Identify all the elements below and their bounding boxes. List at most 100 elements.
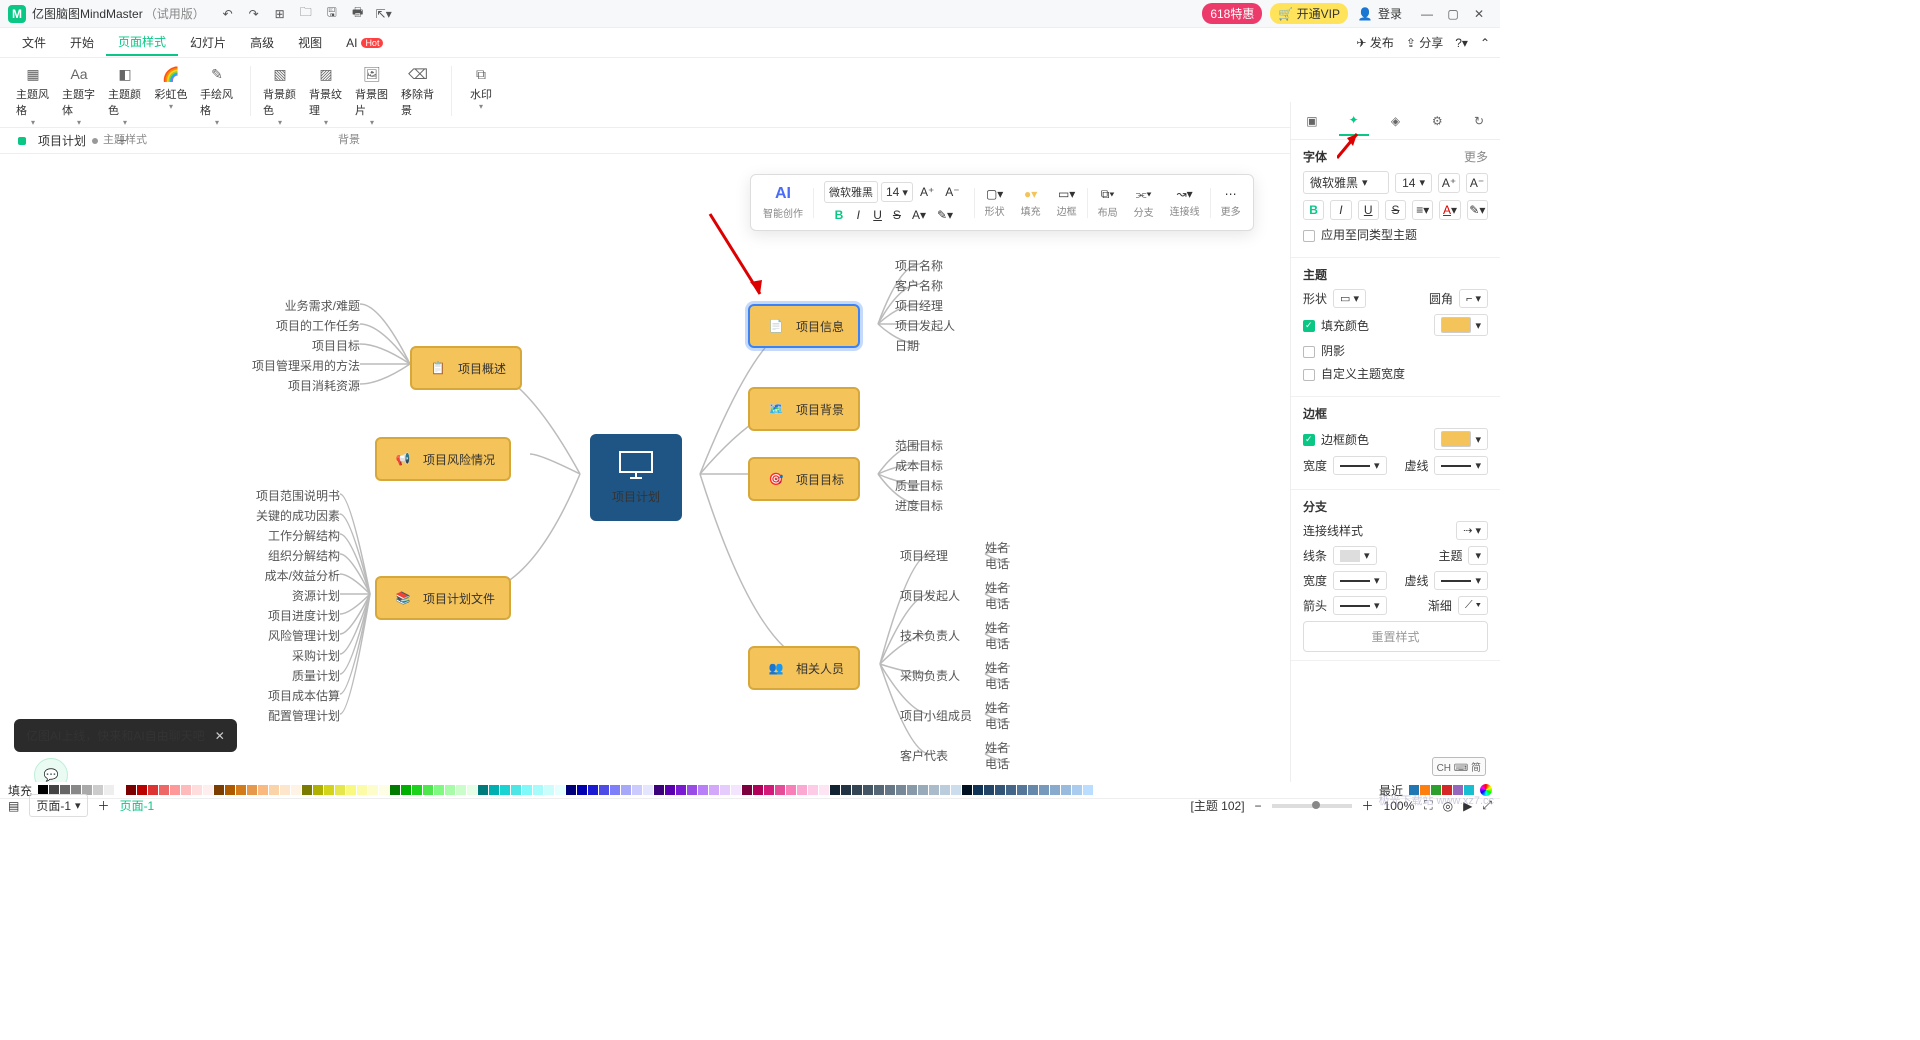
color-swatch[interactable] (236, 785, 246, 795)
color-swatch[interactable] (93, 785, 103, 795)
font-shrink-button[interactable]: A⁻ (941, 183, 963, 201)
branch-topic-select[interactable]: ▾ (1468, 546, 1488, 565)
color-swatch[interactable] (731, 785, 741, 795)
color-swatch[interactable] (544, 785, 554, 795)
leaf-node[interactable]: 项目名称 (895, 257, 1015, 274)
node-risk[interactable]: 📢项目风险情况 (375, 437, 511, 481)
bg-image-button[interactable]: 🖼背景图片▾ (349, 62, 395, 129)
publish-button[interactable]: ✈ 发布 (1356, 34, 1393, 51)
leaf-node[interactable]: 质量计划 (220, 667, 340, 684)
leaf-node[interactable]: 组织分解结构 (220, 547, 340, 564)
branch-taper-select[interactable]: ⟋ ▾ (1458, 596, 1488, 615)
leaf-node[interactable]: 电话 (985, 555, 1105, 572)
color-swatch[interactable] (159, 785, 169, 795)
fill-button[interactable]: ●▾填充 (1015, 187, 1047, 218)
color-swatch[interactable] (313, 785, 323, 795)
leaf-node[interactable]: 关键的成功因素 (220, 507, 340, 524)
promo-badge[interactable]: 618特惠 (1202, 3, 1262, 24)
color-swatch[interactable] (852, 785, 862, 795)
share-button[interactable]: ⇪ 分享 (1406, 34, 1443, 51)
color-swatch[interactable] (786, 785, 796, 795)
rainbow-button[interactable]: 🌈彩虹色▾ (148, 62, 194, 129)
window-close-icon[interactable]: ✕ (1469, 4, 1489, 24)
color-swatch[interactable] (918, 785, 928, 795)
leaf-node[interactable]: 项目经理 (895, 297, 1015, 314)
zoom-slider[interactable] (1272, 804, 1352, 808)
new-icon[interactable]: ⊞ (270, 4, 290, 24)
menu-page-style[interactable]: 页面样式 (106, 29, 178, 56)
apply-same-type-checkbox[interactable]: 应用至同类型主题 (1303, 226, 1417, 243)
menu-file[interactable]: 文件 (10, 30, 58, 55)
color-swatch[interactable] (797, 785, 807, 795)
leaf-node[interactable]: 姓名 (985, 619, 1105, 636)
leaf-node[interactable]: 日期 (895, 337, 1015, 354)
color-swatch[interactable] (346, 785, 356, 795)
font-shrink-button[interactable]: A⁻ (1466, 173, 1488, 193)
color-swatch[interactable] (896, 785, 906, 795)
color-swatch[interactable] (841, 785, 851, 795)
color-swatch[interactable] (280, 785, 290, 795)
branch-dash-select[interactable]: ▾ (1434, 571, 1488, 590)
color-swatch[interactable] (720, 785, 730, 795)
document-tab[interactable]: 项目计划 (10, 132, 106, 149)
color-swatch[interactable] (555, 785, 565, 795)
leaf-node[interactable]: 进度目标 (895, 497, 1015, 514)
node-overview[interactable]: 📋项目概述 (410, 346, 522, 390)
font-size-select[interactable]: 14 ▾ (1395, 173, 1432, 193)
new-tab-button[interactable]: ＋ (116, 132, 128, 149)
leaf-node[interactable]: 电话 (985, 595, 1105, 612)
connector-button[interactable]: ↝▾连接线 (1164, 187, 1206, 218)
reset-style-button[interactable]: 重置样式 (1303, 621, 1488, 652)
leaf-node[interactable]: 姓名 (985, 739, 1105, 756)
color-swatch[interactable] (126, 785, 136, 795)
color-swatch[interactable] (489, 785, 499, 795)
leaf-node[interactable]: 工作分解结构 (220, 527, 340, 544)
fill-color-checkbox[interactable]: 填充颜色 (1303, 317, 1369, 334)
save-icon[interactable]: 🖫 (322, 4, 342, 24)
corner-select[interactable]: ⌐ ▾ (1459, 289, 1488, 308)
ime-indicator[interactable]: CH ⌨ 简 (1432, 757, 1486, 776)
leaf-node[interactable]: 姓名 (985, 579, 1105, 596)
color-swatch[interactable] (610, 785, 620, 795)
font-grow-button[interactable]: A⁺ (916, 183, 938, 201)
custom-width-checkbox[interactable]: 自定义主题宽度 (1303, 365, 1405, 382)
font-family-select[interactable]: 微软雅黑 (824, 181, 878, 203)
leaf-node[interactable]: 资源计划 (220, 587, 340, 604)
leaf-node[interactable]: 项目范围说明书 (220, 487, 340, 504)
bold-button[interactable]: B (831, 206, 848, 224)
shape-button[interactable]: ▢▾形状 (979, 187, 1011, 218)
color-swatch[interactable] (632, 785, 642, 795)
open-icon[interactable]: 🗀 (296, 4, 316, 24)
vip-button[interactable]: 🛒 开通VIP (1270, 3, 1348, 24)
bg-color-button[interactable]: ▧背景颜色▾ (257, 62, 303, 129)
color-swatch[interactable] (764, 785, 774, 795)
leaf-node[interactable]: 项目消耗资源 (240, 377, 360, 394)
node-people[interactable]: 👥相关人员 (748, 646, 860, 690)
color-swatch[interactable] (1028, 785, 1038, 795)
node-background[interactable]: 🗺️项目背景 (748, 387, 860, 431)
close-icon[interactable]: ✕ (215, 729, 225, 743)
underline-button[interactable]: U (1358, 200, 1379, 220)
color-swatch[interactable] (456, 785, 466, 795)
canvas-area[interactable]: 项目计划 📋项目概述 📢项目风险情况 📚项目计划文件 📄项目信息 🗺️项目背景 … (0, 154, 1290, 782)
color-swatch[interactable] (643, 785, 653, 795)
color-swatch[interactable] (577, 785, 587, 795)
color-swatch[interactable] (709, 785, 719, 795)
fill-color-select[interactable]: ▾ (1434, 314, 1488, 336)
color-swatch[interactable] (291, 785, 301, 795)
panel-tab-style-icon[interactable]: ✦ (1339, 106, 1369, 136)
panel-tab-tag-icon[interactable]: ◈ (1380, 106, 1410, 136)
user-icon[interactable]: 👤 (1355, 4, 1375, 24)
page-select[interactable]: 页面-1 ▾ (29, 794, 87, 817)
node-goal[interactable]: 🎯项目目标 (748, 457, 860, 501)
color-swatch[interactable] (1039, 785, 1049, 795)
color-swatch[interactable] (500, 785, 510, 795)
node-docs[interactable]: 📚项目计划文件 (375, 576, 511, 620)
shape-select[interactable]: ▭ ▾ (1333, 289, 1366, 308)
menu-advanced[interactable]: 高级 (238, 30, 286, 55)
export-icon[interactable]: ⇱▾ (374, 4, 394, 24)
font-size-select[interactable]: 14 ▾ (881, 182, 913, 202)
panel-tab-layout-icon[interactable]: ▣ (1297, 106, 1327, 136)
layout-button[interactable]: ⧉▾布局 (1092, 187, 1124, 219)
border-color-checkbox[interactable]: 边框颜色 (1303, 431, 1369, 448)
